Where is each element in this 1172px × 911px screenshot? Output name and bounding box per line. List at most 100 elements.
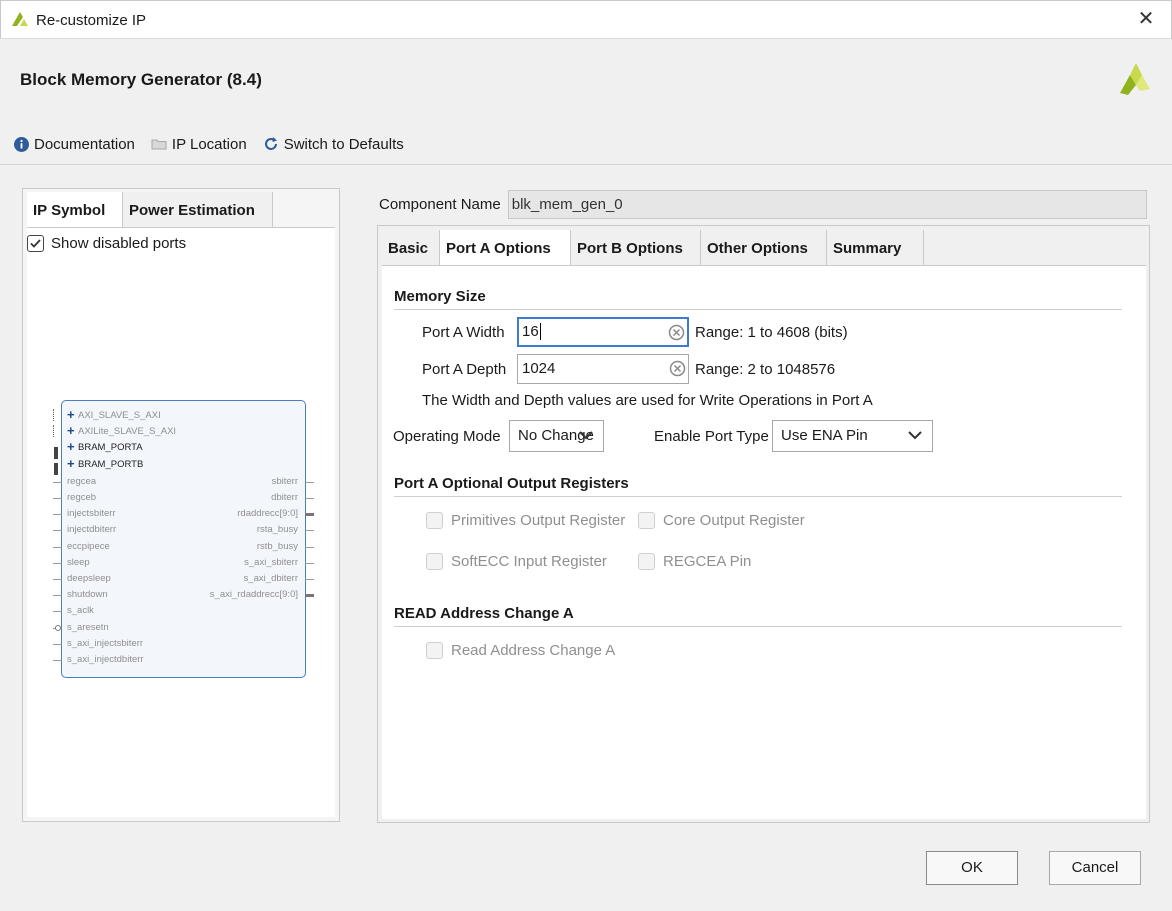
port-axilite-slave[interactable]: AXILite_SLAVE_S_AXI	[67, 423, 176, 438]
read-address-change-heading: READ Address Change A	[394, 605, 574, 622]
port-deepsleep[interactable]: deepsleep	[67, 573, 111, 584]
section-divider	[394, 309, 1122, 310]
close-icon[interactable]: ✕	[1135, 9, 1157, 31]
port-axi-slave[interactable]: AXI_SLAVE_S_AXI	[67, 407, 161, 422]
ip-location-label: IP Location	[171, 135, 247, 153]
port-s-axi-rdaddrecc[interactable]: s_axi_rdaddrecc[9:0]	[210, 589, 298, 600]
port-a-depth-label: Port A Depth	[422, 361, 507, 378]
component-name-field[interactable]: blk_mem_gen_0	[507, 190, 1147, 219]
core-output-register-option: Core Output Register	[638, 512, 805, 529]
ip-symbol-view: Show disabled ports AXI_SLAVE_S_AXI AXIL…	[27, 227, 335, 817]
port-a-options-pane: Memory Size Port A Width 16 Range: 1 to …	[382, 265, 1146, 819]
primitives-output-register-option: Primitives Output Register	[426, 512, 625, 529]
port-sleep[interactable]: sleep	[67, 557, 90, 568]
port-bram-portb[interactable]: BRAM_PORTB	[67, 456, 143, 471]
ok-button[interactable]: OK	[926, 851, 1018, 885]
chevron-down-icon	[908, 431, 922, 440]
port-injectsbiterr[interactable]: injectsbiterr	[67, 508, 116, 519]
port-sbiterr[interactable]: sbiterr	[272, 476, 298, 487]
tab-power-estimation[interactable]: Power Estimation	[123, 192, 273, 227]
operating-mode-label: Operating Mode	[393, 428, 501, 445]
checkmark-icon	[30, 239, 41, 248]
component-name-row: Component Name blk_mem_gen_0	[379, 190, 1147, 219]
component-name-label: Component Name	[379, 196, 501, 213]
width-depth-note: The Width and Depth values are used for …	[422, 392, 873, 409]
read-address-change-label: Read Address Change A	[451, 642, 616, 659]
tab-other-options[interactable]: Other Options	[701, 230, 827, 265]
ip-heading: Block Memory Generator (8.4)	[20, 70, 262, 89]
primitives-output-register-checkbox[interactable]	[426, 512, 443, 529]
port-s-axi-injectdbiterr[interactable]: s_axi_injectdbiterr	[67, 654, 144, 665]
port-regceb[interactable]: regceb	[67, 492, 96, 503]
tab-ip-symbol[interactable]: IP Symbol	[27, 192, 123, 227]
port-rsta-busy[interactable]: rsta_busy	[257, 524, 298, 535]
port-s-axi-injectsbiterr[interactable]: s_axi_injectsbiterr	[67, 638, 143, 649]
left-panel: IP Symbol Power Estimation Show disabled…	[22, 188, 340, 822]
window-title: Re-customize IP	[36, 12, 147, 29]
port-a-depth-value: 1024	[522, 360, 556, 377]
port-s-aresetn[interactable]: s_aresetn	[67, 622, 109, 633]
regcea-pin-label: REGCEA Pin	[663, 553, 752, 570]
show-disabled-ports-row[interactable]: Show disabled ports	[27, 235, 186, 252]
left-tabs: IP Symbol Power Estimation	[27, 192, 273, 227]
switch-defaults-label: Switch to Defaults	[283, 135, 404, 153]
info-icon	[14, 136, 29, 152]
documentation-label: Documentation	[34, 135, 135, 153]
read-address-change-option: Read Address Change A	[426, 642, 615, 659]
show-disabled-ports-label: Show disabled ports	[51, 235, 187, 252]
dialog-header: Block Memory Generator (8.4) Documentati…	[0, 38, 1172, 165]
port-a-depth-range: Range: 2 to 1048576	[695, 361, 836, 378]
port-s-axi-sbiterr[interactable]: s_axi_sbiterr	[244, 557, 298, 568]
regcea-pin-option: REGCEA Pin	[638, 553, 751, 570]
xilinx-brand-icon	[1120, 63, 1150, 95]
port-rdaddrecc[interactable]: rdaddrecc[9:0]	[237, 508, 298, 519]
operating-mode-select[interactable]: No Change	[509, 420, 604, 452]
refresh-icon	[264, 137, 277, 150]
inverted-pin-icon	[55, 625, 61, 631]
port-eccpipece[interactable]: eccpipece	[67, 541, 110, 552]
cancel-button[interactable]: Cancel	[1049, 851, 1141, 885]
softecc-input-register-option: SoftECC Input Register	[426, 553, 607, 570]
memory-size-heading: Memory Size	[394, 288, 486, 305]
port-shutdown[interactable]: shutdown	[67, 589, 108, 600]
port-dbiterr[interactable]: dbiterr	[271, 492, 298, 503]
port-bram-porta[interactable]: BRAM_PORTA	[67, 439, 143, 454]
regcea-pin-checkbox[interactable]	[638, 553, 655, 570]
port-rstb-busy[interactable]: rstb_busy	[257, 541, 298, 552]
core-output-register-checkbox[interactable]	[638, 512, 655, 529]
enable-port-type-value: Use ENA Pin	[781, 427, 868, 444]
tab-port-a-options[interactable]: Port A Options	[440, 230, 571, 265]
port-a-depth-input[interactable]: 1024	[517, 354, 689, 384]
enable-port-type-select[interactable]: Use ENA Pin	[772, 420, 933, 452]
right-panel: Basic Port A Options Port B Options Othe…	[377, 225, 1150, 823]
tab-basic[interactable]: Basic	[382, 230, 440, 265]
port-regcea[interactable]: regcea	[67, 476, 96, 487]
enable-port-type-label: Enable Port Type	[654, 428, 769, 445]
title-bar: Re-customize IP ✕	[0, 0, 1172, 38]
clear-icon[interactable]	[668, 324, 685, 341]
softecc-input-register-checkbox[interactable]	[426, 553, 443, 570]
port-s-aclk[interactable]: s_aclk	[67, 605, 94, 616]
show-disabled-ports-checkbox[interactable]	[27, 235, 44, 252]
tab-summary[interactable]: Summary	[827, 230, 924, 265]
ip-symbol-block: AXI_SLAVE_S_AXI AXILite_SLAVE_S_AXI BRAM…	[53, 400, 314, 678]
tab-port-b-options[interactable]: Port B Options	[571, 230, 701, 265]
primitives-output-register-label: Primitives Output Register	[451, 512, 626, 529]
ip-location-button[interactable]: IP Location	[151, 136, 247, 153]
clear-icon[interactable]	[669, 360, 686, 377]
port-injectdbiterr[interactable]: injectdbiterr	[67, 524, 116, 535]
switch-defaults-button[interactable]: Switch to Defaults	[263, 136, 404, 153]
section-divider	[394, 496, 1122, 497]
port-s-axi-dbiterr[interactable]: s_axi_dbiterr	[244, 573, 298, 584]
config-tabs: Basic Port A Options Port B Options Othe…	[382, 230, 924, 265]
port-a-width-input[interactable]: 16	[517, 317, 689, 347]
port-a-width-label: Port A Width	[422, 324, 505, 341]
chevron-down-icon	[579, 431, 593, 440]
port-a-width-value: 16	[522, 323, 539, 340]
read-address-change-checkbox[interactable]	[426, 642, 443, 659]
port-a-width-range: Range: 1 to 4608 (bits)	[695, 324, 848, 341]
core-output-register-label: Core Output Register	[663, 512, 805, 529]
folder-icon	[151, 139, 167, 150]
output-registers-heading: Port A Optional Output Registers	[394, 475, 629, 492]
documentation-button[interactable]: Documentation	[14, 136, 135, 153]
